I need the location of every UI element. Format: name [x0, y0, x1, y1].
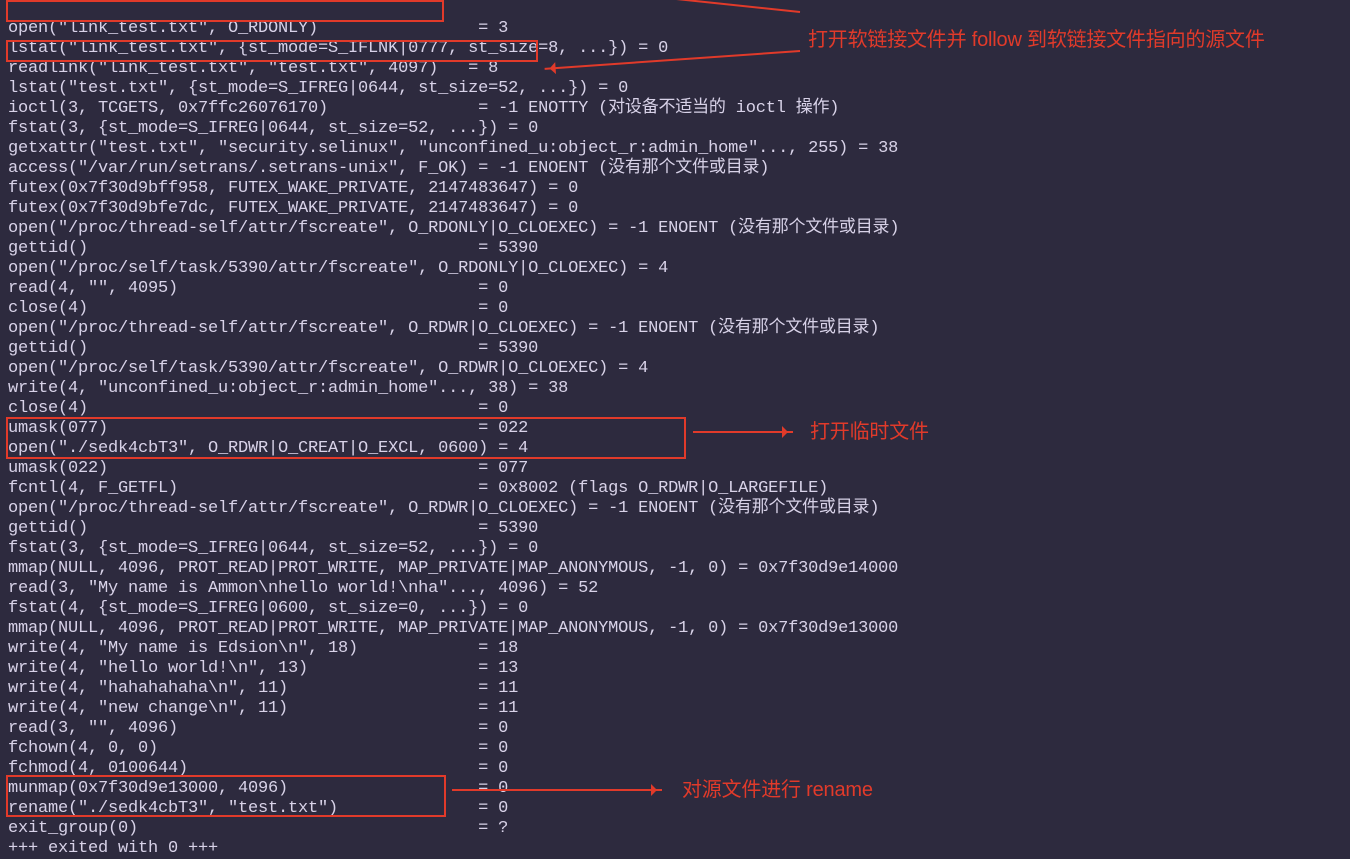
highlight-box-open-temp [6, 417, 686, 459]
highlight-box-open-link [6, 0, 444, 22]
highlight-box-rename [6, 775, 446, 817]
arrow-2 [693, 431, 793, 433]
annotation-follow-symlink: 打开软链接文件并 follow 到软链接文件指向的源文件 [808, 28, 1338, 52]
arrow-1a [452, 0, 800, 13]
annotation-rename: 对源文件进行 rename [682, 778, 873, 802]
arrow-3 [452, 789, 662, 791]
annotation-open-temp: 打开临时文件 [810, 420, 929, 444]
highlight-box-readlink [6, 40, 538, 62]
